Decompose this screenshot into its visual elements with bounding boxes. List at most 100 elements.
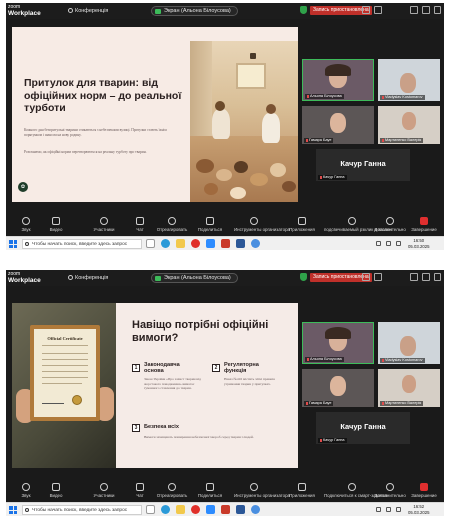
participant-tile-p2[interactable]: Vladyslav Kostomarov bbox=[378, 59, 440, 101]
edge-icon[interactable] bbox=[161, 239, 170, 248]
security-shield-icon[interactable] bbox=[300, 6, 307, 14]
react-button[interactable]: Отреагировать bbox=[152, 480, 192, 502]
opera-icon[interactable] bbox=[191, 239, 200, 248]
participant-tile-p4[interactable]: Мартиненко Валерія bbox=[378, 106, 440, 144]
folder-icon[interactable] bbox=[176, 505, 185, 514]
taskbar-search[interactable]: Чтобы начать поиск, введите здесь запрос bbox=[22, 505, 142, 515]
edge-icon[interactable] bbox=[161, 505, 170, 514]
search-icon bbox=[25, 508, 29, 512]
mic-muted-icon bbox=[382, 95, 384, 99]
end-button[interactable]: Завершение bbox=[404, 214, 444, 236]
item-number: 1 bbox=[132, 364, 140, 372]
camera-icon bbox=[52, 217, 60, 225]
network-icon[interactable] bbox=[376, 241, 381, 246]
taskbar-clock[interactable]: 16:50 05.03.2025 bbox=[408, 238, 430, 249]
close-icon[interactable] bbox=[434, 273, 441, 281]
apps-button[interactable]: Приложения bbox=[282, 214, 322, 236]
presentation-slide-2: Official Certificate Навіщо потрібні офі… bbox=[12, 303, 298, 468]
security-shield-icon[interactable] bbox=[300, 273, 307, 281]
conference-menu[interactable]: Конференція bbox=[68, 8, 108, 14]
share-icon bbox=[206, 483, 214, 491]
screen-share-indicator[interactable]: Экран (Альона Білоусова) bbox=[151, 6, 238, 16]
participants-button[interactable]: Участники bbox=[84, 480, 124, 502]
participant-tile-p1[interactable]: Альона Білоусова bbox=[302, 322, 374, 364]
play-icon[interactable] bbox=[362, 273, 370, 281]
chrome-icon[interactable] bbox=[251, 239, 260, 248]
host-tools-button[interactable]: Инструменты организатора bbox=[234, 480, 290, 502]
zoom-icon[interactable] bbox=[206, 239, 215, 248]
language-icon[interactable] bbox=[396, 507, 401, 512]
volume-icon[interactable] bbox=[386, 241, 391, 246]
participant-tile-p5[interactable]: Качур Ганна Качур Ганна bbox=[316, 149, 410, 181]
slide-paragraph: Розглянемо, як офіційні норми перетворюю… bbox=[24, 150, 147, 154]
volume-icon[interactable] bbox=[386, 507, 391, 512]
view-icon[interactable] bbox=[410, 6, 418, 14]
windows-start-icon[interactable] bbox=[9, 240, 17, 248]
certificate-photo: Official Certificate bbox=[12, 303, 116, 468]
mic-muted-icon bbox=[320, 175, 322, 179]
react-button[interactable]: Отреагировать bbox=[152, 214, 192, 236]
play-icon[interactable] bbox=[362, 6, 370, 14]
more-icon bbox=[386, 217, 394, 225]
item-number: 2 bbox=[212, 364, 220, 372]
stop-icon[interactable] bbox=[374, 6, 382, 14]
certificate-title: Official Certificate bbox=[47, 336, 83, 341]
share-screen-icon bbox=[155, 276, 161, 281]
heart-icon bbox=[168, 217, 176, 225]
close-icon[interactable] bbox=[434, 6, 441, 14]
zoom-toolbar: Звук Видео Участники Чат Отреагировать П… bbox=[6, 480, 444, 502]
powerpoint-icon[interactable] bbox=[221, 505, 230, 514]
share-button[interactable]: Поделиться bbox=[190, 480, 230, 502]
word-icon[interactable] bbox=[236, 505, 245, 514]
taskbar-search[interactable]: Чтобы начать поиск, введите здесь запрос bbox=[22, 239, 142, 249]
taskbar-clock[interactable]: 16:52 05.03.2025 bbox=[408, 504, 430, 515]
participant-tile-p3[interactable]: Гамара Бауе bbox=[302, 369, 374, 407]
participant-tile-p3[interactable]: Гамара Бауе bbox=[302, 106, 374, 144]
mic-muted-icon bbox=[382, 401, 384, 405]
minimize-icon[interactable] bbox=[422, 273, 430, 281]
video-button[interactable]: Видео bbox=[36, 214, 76, 236]
video-button[interactable]: Видео bbox=[36, 480, 76, 502]
zoom-logo: zoom Workplace bbox=[8, 4, 41, 17]
powerpoint-icon[interactable] bbox=[221, 239, 230, 248]
chat-icon bbox=[136, 217, 144, 225]
screen-share-indicator[interactable]: Экран (Альона Білоусова) bbox=[151, 273, 238, 283]
folder-icon[interactable] bbox=[176, 239, 185, 248]
word-icon[interactable] bbox=[236, 239, 245, 248]
settings-icon bbox=[68, 275, 73, 281]
participant-tile-p2[interactable]: Vladyslav Kostomarov bbox=[378, 322, 440, 364]
seal-icon bbox=[72, 395, 82, 405]
zoom-icon[interactable] bbox=[206, 505, 215, 514]
item-text: Закон України «Про захист тварин від жор… bbox=[144, 377, 201, 391]
more-icon bbox=[386, 483, 394, 491]
microphone-icon bbox=[22, 483, 30, 491]
language-icon[interactable] bbox=[396, 241, 401, 246]
chrome-icon[interactable] bbox=[251, 505, 260, 514]
windows-start-icon[interactable] bbox=[9, 506, 17, 514]
participant-tile-p5[interactable]: Качур Ганна Качур Ганна bbox=[316, 412, 410, 444]
view-icon[interactable] bbox=[410, 273, 418, 281]
item-text: Вимоги захищають поширення небезпечної х… bbox=[144, 435, 254, 439]
participant-tile-p4[interactable]: Мартиненко Валерія bbox=[378, 369, 440, 407]
task-view-icon[interactable] bbox=[146, 239, 155, 248]
mic-muted-icon bbox=[306, 401, 308, 405]
slide-title: Навіщо потрібні офіційні вимоги? bbox=[132, 319, 269, 344]
host-tools-button[interactable]: Инструменты организатора bbox=[234, 214, 290, 236]
item-heading: Безпека всіх bbox=[144, 424, 179, 430]
network-icon[interactable] bbox=[376, 507, 381, 512]
end-button[interactable]: Завершение bbox=[404, 480, 444, 502]
minimize-icon[interactable] bbox=[422, 6, 430, 14]
mic-muted-icon bbox=[382, 138, 384, 142]
stop-icon[interactable] bbox=[374, 273, 382, 281]
mic-muted-icon bbox=[320, 438, 322, 442]
apps-button[interactable]: Приложения bbox=[282, 480, 322, 502]
participants-button[interactable]: Участники bbox=[84, 214, 124, 236]
task-view-icon[interactable] bbox=[146, 505, 155, 514]
opera-icon[interactable] bbox=[191, 505, 200, 514]
conference-menu[interactable]: Конференція bbox=[68, 275, 108, 281]
zoom-top-bar: zoom Workplace Конференція Экран (Альона … bbox=[6, 270, 444, 286]
share-button[interactable]: Поделиться bbox=[190, 214, 230, 236]
participant-tile-p1[interactable]: Альона Білоусова bbox=[302, 59, 374, 101]
mic-muted-icon bbox=[307, 94, 309, 98]
apps-icon bbox=[298, 217, 306, 225]
